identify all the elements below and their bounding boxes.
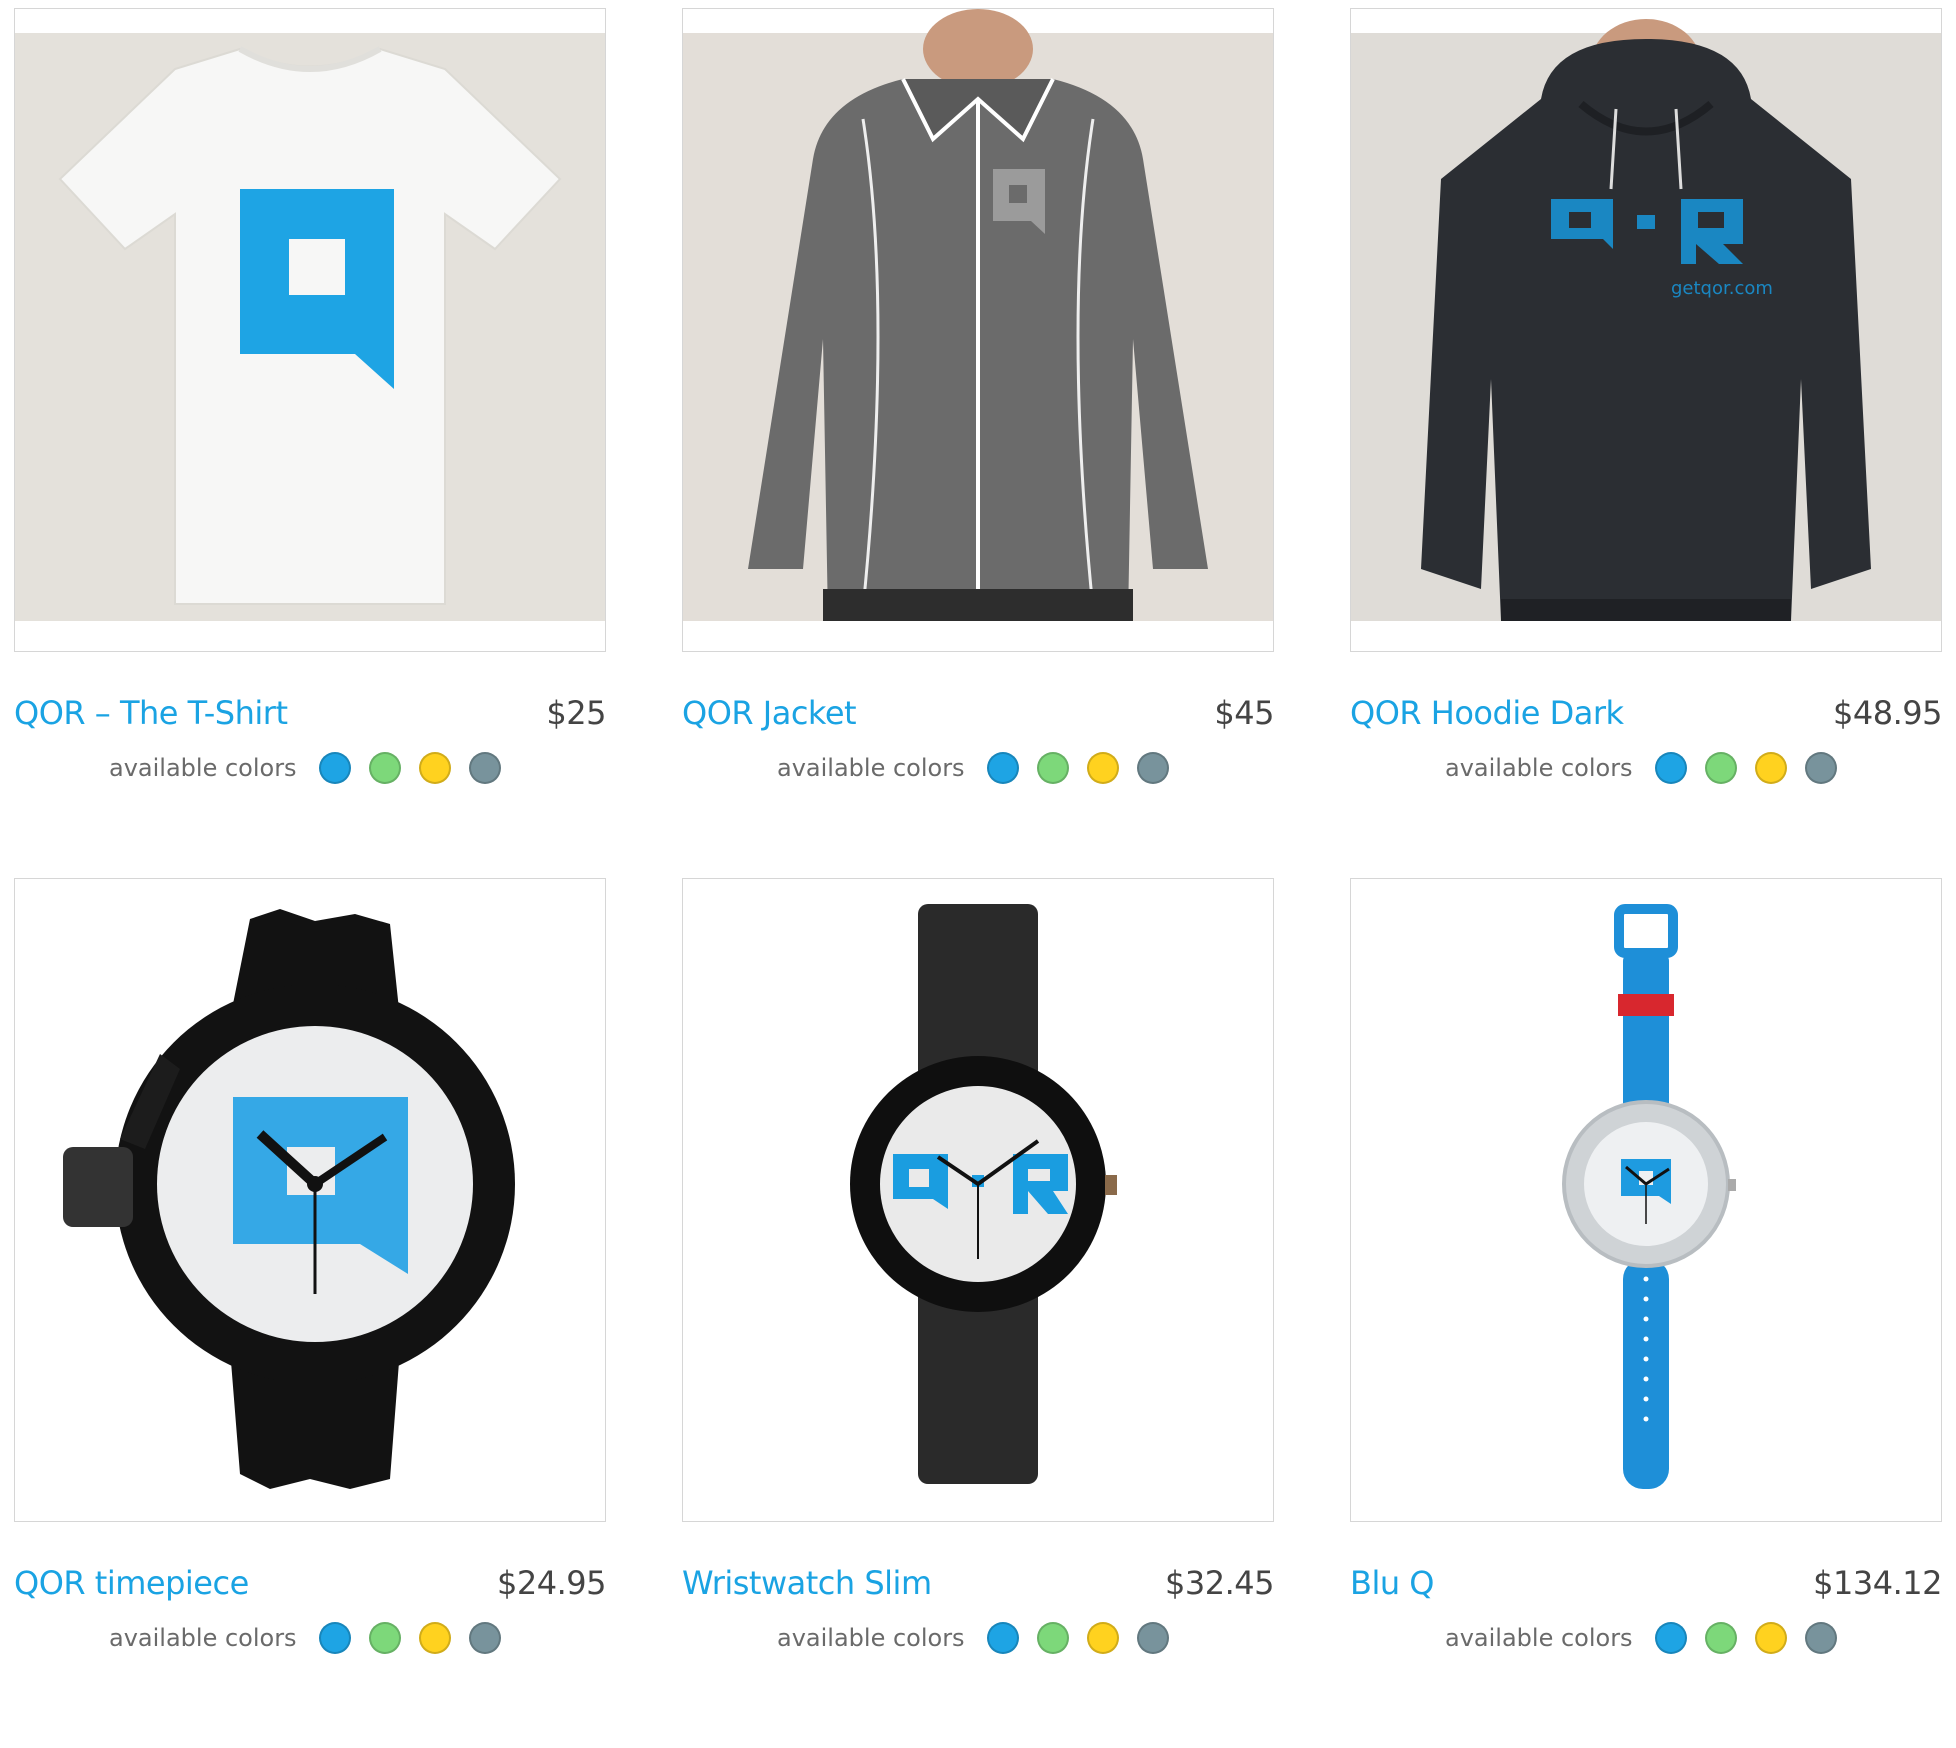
- colors-label: available colors: [777, 1624, 965, 1652]
- product-info: Wristwatch Slim $32.45 available colors: [682, 1548, 1274, 1668]
- product-image[interactable]: [14, 8, 606, 652]
- color-swatch-grey[interactable]: [1136, 752, 1169, 784]
- product-title-link[interactable]: Wristwatch Slim: [682, 1564, 932, 1602]
- color-swatch-green[interactable]: [1704, 752, 1737, 784]
- jacket-image: [683, 9, 1273, 621]
- blu-q-watch-image: [1351, 879, 1941, 1521]
- product-image[interactable]: [682, 878, 1274, 1522]
- color-swatch-yellow[interactable]: [1754, 752, 1787, 784]
- color-swatch-yellow[interactable]: [1754, 1622, 1787, 1654]
- colors-label: available colors: [1445, 1624, 1633, 1652]
- product-title-link[interactable]: QOR – The T-Shirt: [14, 694, 288, 732]
- color-swatch-grey[interactable]: [1136, 1622, 1169, 1654]
- product-title-link[interactable]: QOR Hoodie Dark: [1350, 694, 1624, 732]
- color-swatch-yellow[interactable]: [418, 752, 451, 784]
- product-info: QOR – The T-Shirt $25 available colors: [14, 678, 606, 798]
- product-price: $134.12: [1813, 1564, 1942, 1602]
- color-swatch-yellow[interactable]: [1086, 1622, 1119, 1654]
- color-swatch-grey[interactable]: [468, 1622, 501, 1654]
- available-colors: available colors: [109, 1618, 519, 1658]
- color-swatch-blue[interactable]: [986, 752, 1019, 784]
- colors-label: available colors: [777, 754, 965, 782]
- product-card[interactable]: QOR Jacket $45 available colors: [682, 8, 1274, 878]
- color-swatch-green[interactable]: [1704, 1622, 1737, 1654]
- product-price: $25: [546, 694, 606, 732]
- product-card[interactable]: QOR timepiece $24.95 available colors: [14, 878, 606, 1748]
- available-colors: available colors: [109, 748, 519, 788]
- slim-watch-image: [683, 879, 1273, 1521]
- product-info: QOR timepiece $24.95 available colors: [14, 1548, 606, 1668]
- colors-label: available colors: [109, 754, 297, 782]
- color-swatch-grey[interactable]: [1804, 752, 1837, 784]
- product-image[interactable]: [682, 8, 1274, 652]
- product-card[interactable]: Wristwatch Slim $32.45 available colors: [682, 878, 1274, 1748]
- color-swatch-grey[interactable]: [468, 752, 501, 784]
- colors-label: available colors: [1445, 754, 1633, 782]
- hoodie-image: getqor.com: [1351, 19, 1941, 621]
- product-price: $45: [1214, 694, 1274, 732]
- product-grid: QOR – The T-Shirt $25 available colors Q…: [14, 8, 1942, 1748]
- available-colors: available colors: [777, 748, 1187, 788]
- available-colors: available colors: [777, 1618, 1187, 1658]
- color-swatch-grey[interactable]: [1804, 1622, 1837, 1654]
- product-title-link[interactable]: Blu Q: [1350, 1564, 1434, 1602]
- color-swatch-blue[interactable]: [1654, 1622, 1687, 1654]
- product-card[interactable]: QOR – The T-Shirt $25 available colors: [14, 8, 606, 878]
- product-info: QOR Jacket $45 available colors: [682, 678, 1274, 798]
- color-swatch-blue[interactable]: [986, 1622, 1019, 1654]
- product-title-link[interactable]: QOR Jacket: [682, 694, 857, 732]
- product-info: Blu Q $134.12 available colors: [1350, 1548, 1942, 1668]
- product-info: QOR Hoodie Dark $48.95 available colors: [1350, 678, 1942, 798]
- product-card[interactable]: Blu Q $134.12 available colors: [1350, 878, 1942, 1748]
- color-swatch-yellow[interactable]: [418, 1622, 451, 1654]
- available-colors: available colors: [1445, 748, 1855, 788]
- product-title-link[interactable]: QOR timepiece: [14, 1564, 249, 1602]
- color-swatch-yellow[interactable]: [1086, 752, 1119, 784]
- color-swatch-green[interactable]: [368, 752, 401, 784]
- color-swatch-blue[interactable]: [1654, 752, 1687, 784]
- tshirt-image: [15, 33, 605, 621]
- product-price: $32.45: [1165, 1564, 1274, 1602]
- product-price: $24.95: [497, 1564, 606, 1602]
- product-price: $48.95: [1833, 694, 1942, 732]
- color-swatch-green[interactable]: [368, 1622, 401, 1654]
- color-swatch-green[interactable]: [1036, 1622, 1069, 1654]
- color-swatch-blue[interactable]: [318, 752, 351, 784]
- colors-label: available colors: [109, 1624, 297, 1652]
- product-card[interactable]: getqor.com QOR Hoodie Dark $48.95 availa…: [1350, 8, 1942, 878]
- product-image[interactable]: getqor.com: [1350, 8, 1942, 652]
- color-swatch-blue[interactable]: [318, 1622, 351, 1654]
- timepiece-image: [15, 879, 605, 1521]
- color-swatch-green[interactable]: [1036, 752, 1069, 784]
- available-colors: available colors: [1445, 1618, 1855, 1658]
- product-image[interactable]: [1350, 878, 1942, 1522]
- svg-text:getqor.com: getqor.com: [1671, 278, 1773, 299]
- product-image[interactable]: [14, 878, 606, 1522]
